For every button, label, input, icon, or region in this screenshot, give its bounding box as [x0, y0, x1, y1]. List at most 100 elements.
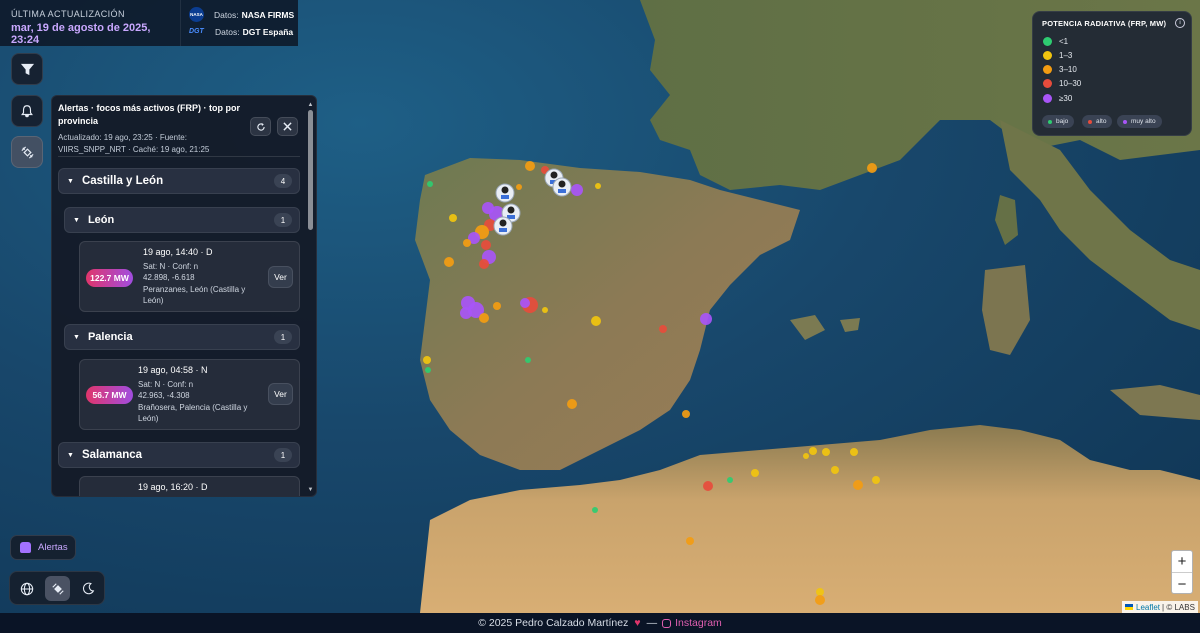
instagram-icon	[662, 618, 672, 628]
info-icon[interactable]: i	[1175, 18, 1185, 28]
fire-point[interactable]	[481, 240, 491, 250]
subgroup-count: 1	[274, 330, 292, 344]
subgroup-name: Palencia	[87, 331, 133, 343]
fire-point[interactable]	[516, 184, 522, 190]
alerts-toggle-button[interactable]: Alertas	[10, 535, 76, 560]
fire-point[interactable]	[595, 183, 601, 189]
subgroup-salamanca[interactable]: ▼ Salamanca 1	[58, 442, 300, 468]
fire-point[interactable]	[592, 507, 598, 513]
bell-icon	[21, 105, 33, 118]
view-button[interactable]: Ver	[268, 266, 293, 288]
fire-point[interactable]	[727, 477, 733, 483]
legend-item: 10–30	[1043, 78, 1081, 90]
fire-point[interactable]	[520, 298, 530, 308]
fire-point[interactable]	[427, 181, 433, 187]
fire-point[interactable]	[479, 313, 489, 323]
frp-legend: POTENCIA RADIATIVA (FRP, MW) i <1 1–3 3–10…	[1032, 11, 1192, 136]
fire-point[interactable]	[872, 476, 880, 484]
caret-down-icon: ▼	[73, 333, 80, 341]
legend-dot	[1043, 79, 1052, 89]
leaflet-link[interactable]: Leaflet	[1136, 603, 1160, 612]
satellite-view-button[interactable]	[45, 576, 70, 601]
fire-point[interactable]	[479, 259, 489, 269]
fire-point[interactable]	[686, 537, 694, 545]
fire-point[interactable]	[803, 453, 809, 459]
legend-dot	[1043, 65, 1052, 75]
fire-point[interactable]	[682, 410, 690, 418]
zoom-out-button[interactable]: −	[1172, 573, 1192, 595]
fire-point[interactable]	[542, 307, 548, 313]
scroll-down-icon[interactable]: ▼	[307, 487, 314, 493]
fire-point[interactable]	[853, 480, 863, 490]
alert-place: Brañosera, Palencia (Castilla y León)	[138, 402, 248, 424]
filter-icon	[20, 63, 34, 75]
fire-point[interactable]	[703, 481, 713, 491]
instagram-link[interactable]: Instagram	[662, 617, 722, 629]
zoom-in-button[interactable]: +	[1172, 551, 1192, 573]
alert-card: 122.7 MW 19 ago, 14:40 · D Sat: N · Conf…	[79, 241, 300, 312]
legend-item: <1	[1043, 35, 1068, 47]
legend-label: ≥30	[1059, 93, 1073, 103]
fire-point[interactable]	[867, 163, 877, 173]
fire-point[interactable]	[751, 469, 759, 477]
refresh-button[interactable]	[250, 117, 271, 136]
alert-card: 19 ago, 16:20 · D	[79, 476, 300, 496]
fire-point[interactable]	[831, 466, 839, 474]
map-attribution: Leaflet | © LABS	[1122, 601, 1198, 613]
fire-point[interactable]	[525, 161, 535, 171]
view-button[interactable]: Ver	[268, 383, 293, 405]
dark-mode-button[interactable]	[76, 576, 101, 601]
group-count: 4	[274, 174, 292, 188]
legend-item: ≥30	[1043, 92, 1072, 104]
moon-icon	[82, 582, 95, 595]
scroll-thumb[interactable]	[308, 110, 313, 230]
fire-point[interactable]	[850, 448, 858, 456]
fire-point[interactable]	[809, 447, 817, 455]
fire-point[interactable]	[493, 302, 501, 310]
subgroup-palencia[interactable]: ▼ Palencia 1	[64, 324, 300, 350]
notifications-button[interactable]	[11, 95, 43, 127]
legend-pill-bajo[interactable]: bajo	[1042, 115, 1075, 128]
globe-button[interactable]	[14, 576, 39, 601]
globe-icon	[20, 582, 33, 595]
fire-point[interactable]	[591, 316, 601, 326]
group-castilla-y-leon[interactable]: ▼ Castilla y León 4	[58, 168, 300, 194]
fire-point[interactable]	[815, 595, 825, 605]
satellite-button[interactable]	[11, 136, 43, 168]
subgroup-count: 1	[274, 213, 292, 227]
subgroup-leon[interactable]: ▼ León 1	[64, 207, 300, 233]
legend-pill-muy-alto[interactable]: muy alto	[1117, 115, 1162, 128]
fire-point[interactable]	[571, 184, 583, 196]
fire-point[interactable]	[659, 325, 667, 333]
ukraine-flag-icon	[1125, 604, 1133, 610]
group-name: Castilla y León	[81, 175, 164, 187]
fire-point[interactable]	[700, 313, 712, 325]
traffic-camera-icon[interactable]	[495, 183, 515, 203]
fire-point[interactable]	[567, 399, 577, 409]
fire-point[interactable]	[460, 307, 472, 319]
footer-separator: —	[646, 617, 658, 629]
traffic-camera-icon[interactable]	[493, 216, 513, 236]
scroll-up-icon[interactable]: ▲	[307, 102, 314, 108]
fire-point[interactable]	[444, 257, 454, 267]
legend-label: 3–10	[1059, 65, 1077, 75]
alerts-label: Alertas	[38, 542, 68, 553]
subgroup-count: 1	[274, 448, 292, 462]
legend-item: 3–10	[1043, 64, 1077, 76]
filter-button[interactable]	[11, 53, 43, 85]
fire-point[interactable]	[816, 588, 824, 596]
fire-point[interactable]	[423, 356, 431, 364]
fire-point[interactable]	[463, 239, 471, 247]
pill-label: alto	[1096, 118, 1107, 125]
panel-scrollbar[interactable]: ▲ ▼	[307, 102, 314, 494]
alert-time: 19 ago, 14:40 · D	[143, 247, 213, 257]
fire-point[interactable]	[525, 357, 531, 363]
alert-coords: 42.963, -4.308	[138, 391, 190, 400]
satellite-icon	[51, 582, 64, 595]
traffic-camera-icon[interactable]	[552, 177, 572, 197]
close-panel-button[interactable]	[277, 117, 298, 136]
fire-point[interactable]	[822, 448, 830, 456]
legend-pill-alto[interactable]: alto	[1082, 115, 1113, 128]
fire-point[interactable]	[425, 367, 431, 373]
fire-point[interactable]	[449, 214, 457, 222]
